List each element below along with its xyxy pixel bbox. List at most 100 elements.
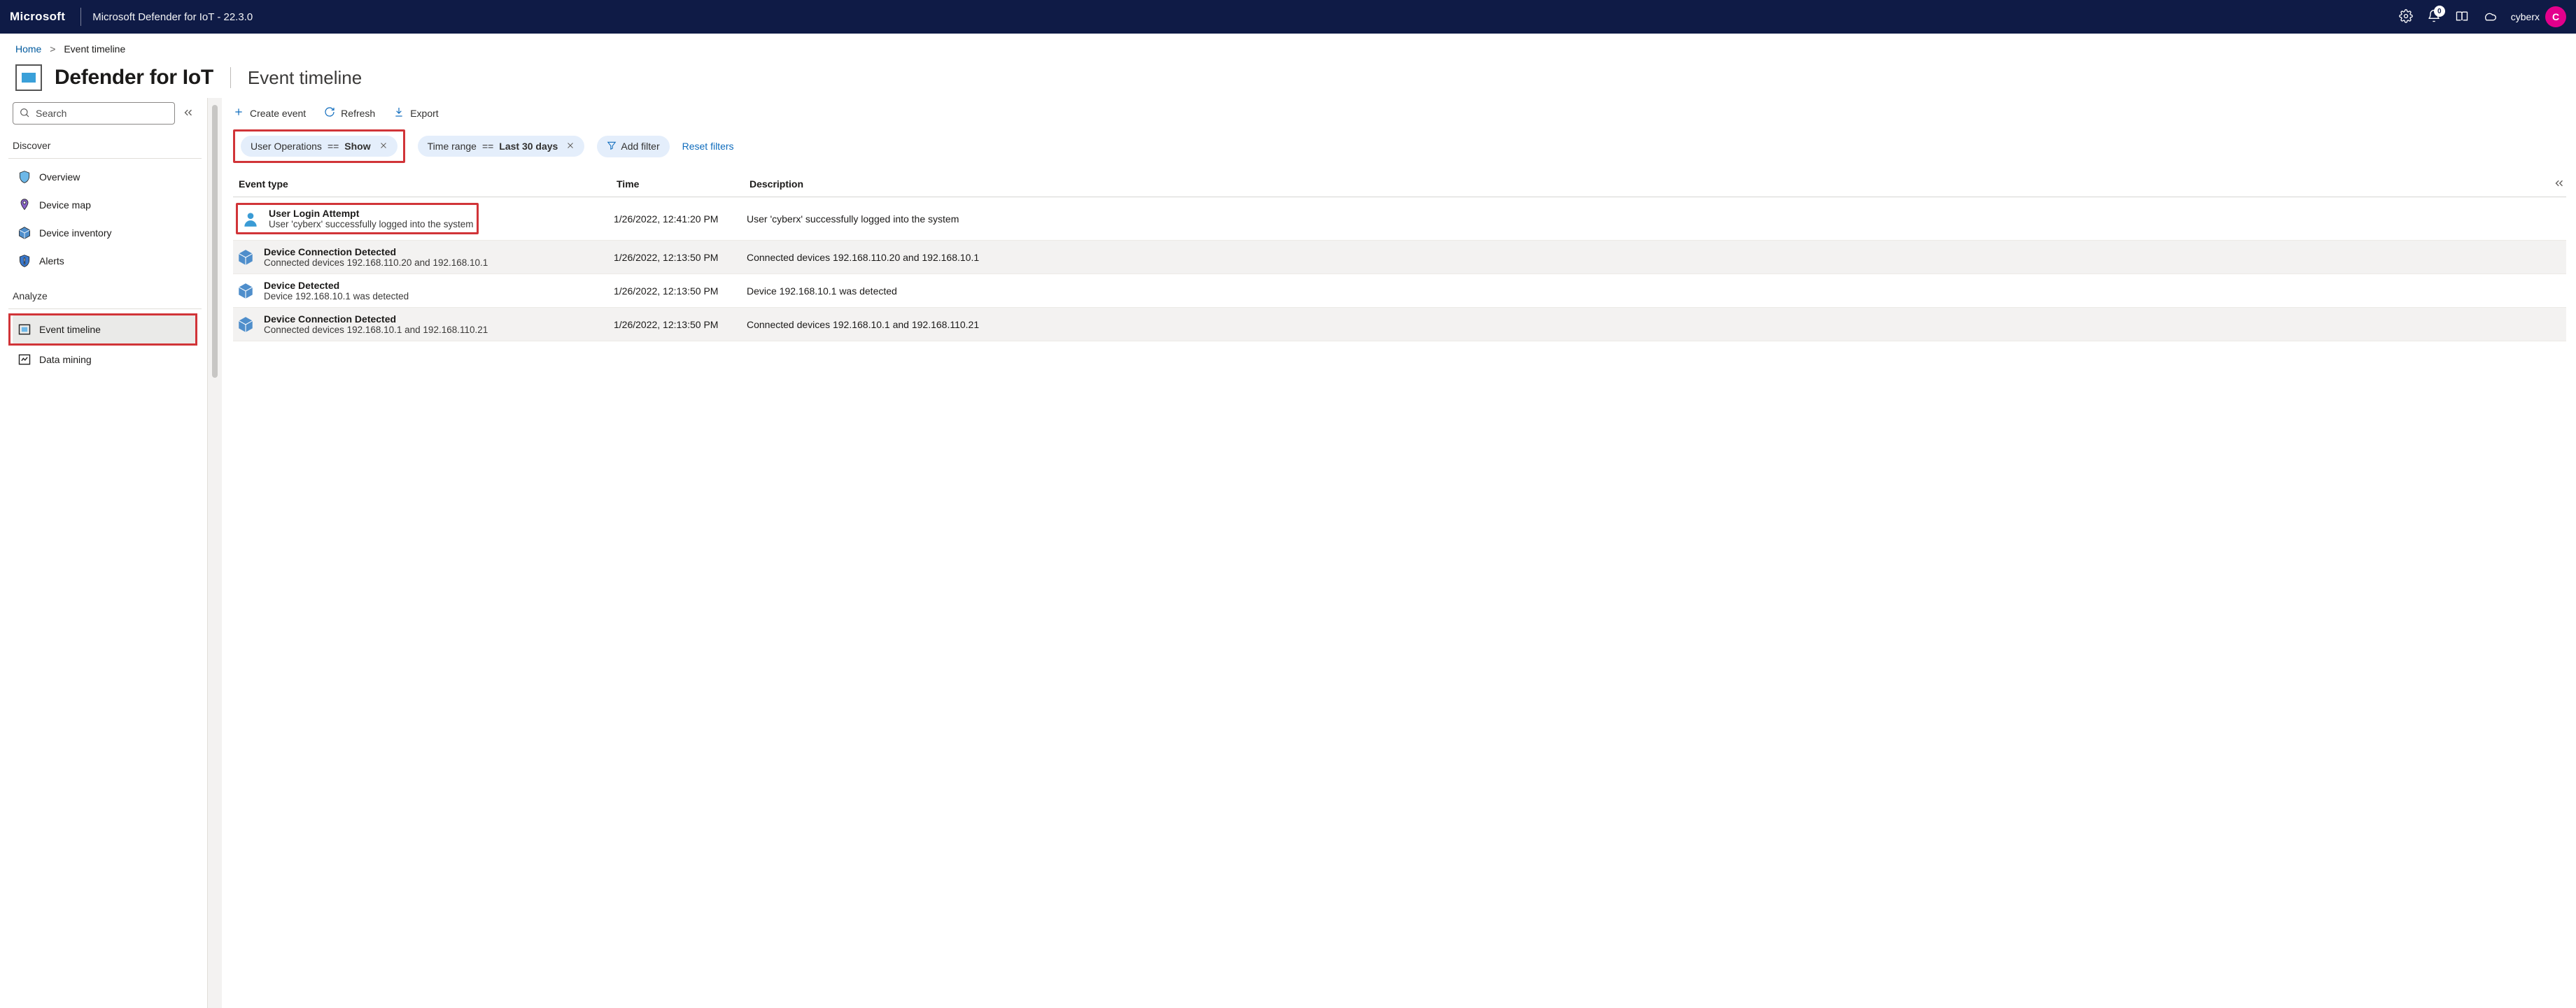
event-subtitle: User 'cyberx' successfully logged into t…	[269, 219, 474, 229]
sidebar-item-event-timeline[interactable]: Event timeline	[13, 315, 195, 343]
event-time: 1/26/2022, 12:13:50 PM	[614, 285, 747, 297]
breadcrumb-home-link[interactable]: Home	[15, 43, 41, 55]
add-filter-button[interactable]: Add filter	[597, 136, 669, 157]
header-event-type[interactable]: Event type	[239, 178, 617, 190]
header-time[interactable]: Time	[617, 178, 749, 190]
timeline-icon	[17, 322, 32, 336]
filter-key: Time range	[428, 141, 477, 152]
page-subtitle: Event timeline	[248, 67, 362, 89]
add-filter-label: Add filter	[621, 141, 659, 152]
filter-value: Show	[344, 141, 370, 152]
event-description: User 'cyberx' successfully logged into t…	[747, 213, 2563, 225]
user-event-icon	[241, 209, 260, 229]
user-menu[interactable]: cyberx C	[2504, 6, 2566, 27]
event-title: User Login Attempt	[269, 208, 474, 219]
table-row[interactable]: Device DetectedDevice 192.168.10.1 was d…	[233, 274, 2566, 308]
close-icon	[566, 141, 575, 152]
page-header: Defender for IoT Event timeline	[0, 55, 2576, 98]
breadcrumb-current: Event timeline	[64, 43, 125, 55]
breadcrumb-separator: >	[50, 43, 55, 55]
search-icon	[19, 107, 36, 120]
filter-remove-button[interactable]	[566, 141, 575, 152]
docs-button[interactable]	[2448, 3, 2476, 31]
event-description: Connected devices 192.168.110.20 and 192…	[747, 252, 2563, 263]
brand-separator	[80, 8, 81, 26]
refresh-button[interactable]: Refresh	[324, 106, 375, 120]
sidebar: Discover Overview Device map Device inve…	[0, 98, 207, 1008]
filter-row: User Operations == Show Time range == La…	[208, 127, 2576, 170]
scrollbar-thumb[interactable]	[212, 105, 218, 378]
book-icon	[2455, 9, 2469, 25]
event-subtitle: Connected devices 192.168.110.20 and 192…	[264, 257, 488, 268]
sidebar-item-device-map[interactable]: Device map	[13, 191, 197, 219]
sidebar-section-discover-label: Discover	[13, 140, 197, 151]
table-row[interactable]: Device Connection DetectedConnected devi…	[233, 308, 2566, 341]
sidebar-item-label: Device inventory	[39, 227, 112, 239]
filter-remove-button[interactable]	[379, 141, 388, 152]
sidebar-item-label: Alerts	[39, 255, 64, 267]
sidebar-item-label: Event timeline	[39, 324, 101, 335]
export-button[interactable]: Export	[393, 106, 438, 120]
download-icon	[393, 106, 404, 120]
breadcrumb: Home > Event timeline	[0, 34, 2576, 55]
cloud-button[interactable]	[2476, 3, 2504, 31]
sidebar-item-alerts[interactable]: Alerts	[13, 247, 197, 275]
top-bar: Microsoft Microsoft Defender for IoT - 2…	[0, 0, 2576, 34]
scroll-track[interactable]	[208, 98, 222, 1008]
event-title: Device Connection Detected	[264, 313, 488, 325]
table-row[interactable]: User Login AttemptUser 'cyberx' successf…	[233, 197, 2566, 241]
data-mining-icon	[17, 353, 32, 367]
user-name-label: cyberx	[2511, 11, 2540, 22]
content-panel: Create event Refresh Export User Operati…	[207, 98, 2576, 1008]
refresh-label: Refresh	[341, 108, 375, 119]
create-event-button[interactable]: Create event	[233, 106, 306, 120]
sidebar-item-label: Overview	[39, 171, 80, 183]
device-event-icon	[236, 248, 255, 267]
table-row[interactable]: Device Connection DetectedConnected devi…	[233, 241, 2566, 274]
sidebar-item-device-inventory[interactable]: Device inventory	[13, 219, 197, 247]
collapse-panel-button[interactable]	[2549, 174, 2569, 194]
product-label: Microsoft Defender for IoT - 22.3.0	[85, 11, 253, 23]
export-label: Export	[410, 108, 438, 119]
filter-pill-user-operations[interactable]: User Operations == Show	[241, 136, 397, 157]
chevron-double-left-icon	[182, 106, 195, 121]
notifications-badge: 0	[2434, 6, 2445, 17]
table-header: Event type Time Description	[233, 170, 2566, 197]
refresh-icon	[324, 106, 335, 120]
create-event-label: Create event	[250, 108, 306, 119]
sidebar-item-label: Device map	[39, 199, 91, 211]
reset-filters-link[interactable]: Reset filters	[682, 141, 734, 152]
filter-pill-time-range[interactable]: Time range == Last 30 days	[418, 136, 585, 157]
plus-icon	[233, 106, 244, 120]
gear-icon	[2399, 9, 2413, 25]
header-description[interactable]: Description	[749, 178, 2563, 190]
sidebar-item-overview[interactable]: Overview	[13, 163, 197, 191]
device-event-icon	[236, 315, 255, 334]
settings-button[interactable]	[2392, 3, 2420, 31]
notifications-button[interactable]: 0	[2420, 3, 2448, 31]
sidebar-item-data-mining[interactable]: Data mining	[13, 346, 197, 374]
event-subtitle: Connected devices 192.168.10.1 and 192.1…	[264, 325, 488, 335]
event-time: 1/26/2022, 12:13:50 PM	[614, 252, 747, 263]
event-subtitle: Device 192.168.10.1 was detected	[264, 291, 409, 301]
title-separator	[230, 67, 231, 88]
cloud-icon	[2482, 9, 2498, 25]
sidebar-item-label: Data mining	[39, 354, 92, 365]
app-tile-icon	[15, 64, 42, 91]
search-input[interactable]	[36, 108, 169, 119]
event-time: 1/26/2022, 12:13:50 PM	[614, 319, 747, 330]
close-icon	[379, 141, 388, 152]
command-bar: Create event Refresh Export	[208, 102, 2576, 127]
event-table: Event type Time Description User Login A…	[208, 170, 2576, 341]
brand-label: Microsoft	[10, 10, 76, 24]
funnel-icon	[607, 141, 617, 152]
sidebar-section-analyze-label: Analyze	[13, 290, 197, 301]
filter-operator: ==	[482, 141, 493, 152]
chevron-double-left-icon	[2553, 177, 2566, 192]
event-description: Connected devices 192.168.10.1 and 192.1…	[747, 319, 2563, 330]
collapse-sidebar-button[interactable]	[179, 106, 197, 121]
cube-icon	[17, 226, 32, 240]
alert-shield-icon	[17, 254, 32, 268]
search-box[interactable]	[13, 102, 175, 125]
page-title: Defender for IoT	[55, 66, 213, 90]
